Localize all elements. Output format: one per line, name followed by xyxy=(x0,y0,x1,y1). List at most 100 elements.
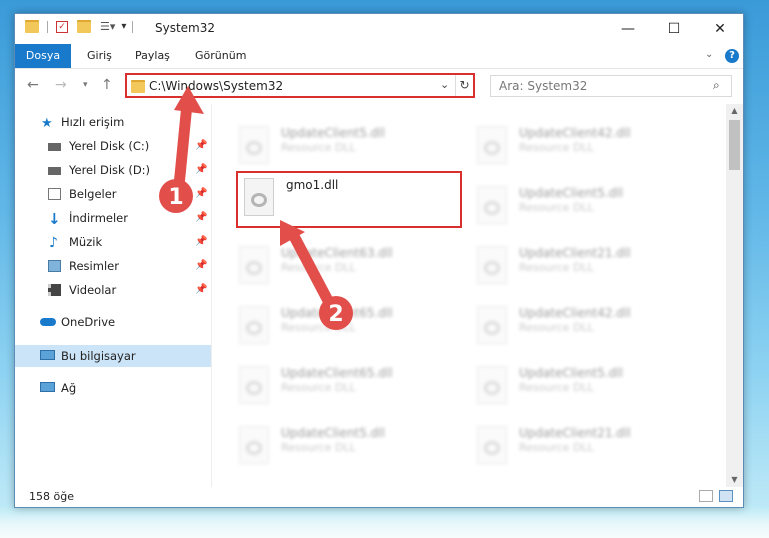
nav-item-local-disk-d[interactable]: Yerel Disk (D:) 📌 xyxy=(15,159,211,181)
expand-ribbon-icon[interactable]: ⌄ xyxy=(705,49,713,60)
new-folder-icon[interactable] xyxy=(77,20,91,33)
tab-giris[interactable]: Giriş xyxy=(87,44,112,68)
pin-icon[interactable]: 📌 xyxy=(195,231,207,253)
title-bar: ✓ ☰▾ ▾ System32 — ☐ ✕ xyxy=(15,14,743,44)
file-item[interactable]: UpdateClient21.dll Resource DLL xyxy=(471,241,696,293)
file-name: gmo1.dll xyxy=(286,178,339,192)
file-item[interactable]: UpdateClient65.dll Resource DLL xyxy=(233,361,458,413)
nav-item-videos[interactable]: Videolar 📌 xyxy=(15,279,211,301)
documents-icon xyxy=(48,188,61,200)
dll-file-icon xyxy=(477,186,507,224)
nav-item-network[interactable]: Ağ xyxy=(15,377,211,399)
refresh-icon[interactable]: ↻ xyxy=(455,75,473,96)
customize-icon[interactable]: ☰▾ xyxy=(100,20,115,33)
status-bar: 158 öğe xyxy=(15,487,743,507)
search-input[interactable]: Ara: System32 ⌕ xyxy=(490,75,732,97)
desktop-background xyxy=(0,505,769,538)
download-icon: ↓ xyxy=(48,210,61,228)
dll-file-icon xyxy=(239,246,269,284)
nav-item-music[interactable]: ♪ Müzik 📌 xyxy=(15,231,211,253)
file-item-gmo1-dll[interactable]: gmo1.dll xyxy=(238,173,463,225)
computer-icon xyxy=(40,350,55,360)
back-arrow-icon[interactable]: ← xyxy=(27,77,39,93)
nav-item-documents[interactable]: Belgeler 📌 xyxy=(15,183,211,205)
file-item[interactable]: UpdateClient63.dll Resource DLL xyxy=(233,241,458,293)
file-item[interactable]: UpdateClient21.dll Resource DLL xyxy=(471,421,696,473)
close-button[interactable]: ✕ xyxy=(697,14,743,44)
file-item[interactable]: UpdateClient42.dll Resource DLL xyxy=(471,121,696,173)
scroll-down-icon[interactable]: ▼ xyxy=(726,473,743,487)
pin-icon[interactable]: 📌 xyxy=(195,255,207,277)
file-list: UpdateClient5.dll Resource DLL UpdateCli… xyxy=(213,104,725,487)
pin-icon[interactable]: 📌 xyxy=(195,207,207,229)
address-path: C:\Windows\System32 xyxy=(149,79,284,93)
drive-icon xyxy=(48,143,61,151)
dll-file-icon xyxy=(477,306,507,344)
details-view-icon[interactable] xyxy=(699,490,713,502)
pin-icon[interactable]: 📌 xyxy=(195,183,207,205)
properties-icon[interactable]: ✓ xyxy=(56,20,68,33)
folder-icon xyxy=(131,80,145,93)
videos-icon xyxy=(48,284,61,296)
window-title: System32 xyxy=(155,21,216,35)
chevron-down-icon[interactable]: ⌄ xyxy=(440,78,449,91)
file-item[interactable]: UpdateClient5.dll Resource DLL xyxy=(471,361,696,413)
pin-icon[interactable]: 📌 xyxy=(195,279,207,301)
quick-access-toolbar: ✓ ☰▾ ▾ xyxy=(25,20,139,33)
dll-file-icon xyxy=(239,126,269,164)
drive-icon xyxy=(48,167,61,175)
search-placeholder: Ara: System32 xyxy=(499,79,588,93)
dll-file-icon xyxy=(239,366,269,404)
scroll-thumb[interactable] xyxy=(729,120,740,170)
large-icons-view-icon[interactable] xyxy=(719,490,733,502)
tab-paylas[interactable]: Paylaş xyxy=(135,44,170,68)
ribbon-tabs: Dosya Giriş Paylaş Görünüm ⌄ ? xyxy=(15,44,743,69)
explorer-window: ✓ ☰▾ ▾ System32 — ☐ ✕ Dosya Giriş Paylaş… xyxy=(14,13,744,508)
file-item[interactable]: UpdateClient5.dll Resource DLL xyxy=(233,421,458,473)
divider xyxy=(47,20,48,33)
address-row: ← → ▾ ↑ C:\Windows\System32 ⌄ ↻ Ara: Sys… xyxy=(15,69,743,103)
folder-icon[interactable] xyxy=(25,20,39,33)
file-item[interactable]: UpdateClient5.dll Resource DLL xyxy=(233,121,458,173)
item-count: 158 öğe xyxy=(29,490,74,503)
tab-dosya[interactable]: Dosya xyxy=(15,44,71,68)
pin-icon[interactable]: 📌 xyxy=(195,159,207,181)
nav-item-onedrive[interactable]: OneDrive xyxy=(15,311,211,333)
highlighted-file-frame: gmo1.dll xyxy=(236,171,462,228)
nav-item-this-pc[interactable]: Bu bilgisayar xyxy=(15,345,211,367)
up-arrow-icon[interactable]: ↑ xyxy=(101,77,113,93)
cloud-icon xyxy=(40,318,56,326)
file-item[interactable]: UpdateClient65.dll Resource DLL xyxy=(233,301,458,353)
dll-file-icon xyxy=(477,426,507,464)
dll-file-icon xyxy=(477,366,507,404)
forward-arrow-icon[interactable]: → xyxy=(55,77,67,93)
minimize-button[interactable]: — xyxy=(605,14,651,44)
divider xyxy=(132,20,134,33)
scroll-up-icon[interactable]: ▲ xyxy=(726,104,743,118)
dll-file-icon xyxy=(244,178,274,216)
nav-item-pictures[interactable]: Resimler 📌 xyxy=(15,255,211,277)
dll-file-icon xyxy=(477,126,507,164)
pictures-icon xyxy=(48,260,61,272)
pin-icon[interactable]: 📌 xyxy=(195,135,207,157)
network-icon xyxy=(40,382,55,392)
recent-chevron-icon[interactable]: ▾ xyxy=(83,80,88,90)
search-icon[interactable]: ⌕ xyxy=(713,78,720,93)
dropdown-icon[interactable]: ▾ xyxy=(121,21,126,32)
tab-gorunum[interactable]: Görünüm xyxy=(195,44,246,68)
vertical-scrollbar[interactable]: ▲ ▼ xyxy=(726,104,743,487)
nav-item-local-disk-c[interactable]: Yerel Disk (C:) 📌 xyxy=(15,135,211,157)
file-item[interactable]: UpdateClient42.dll Resource DLL xyxy=(471,301,696,353)
maximize-button[interactable]: ☐ xyxy=(651,14,697,44)
file-item[interactable]: UpdateClient5.dll Resource DLL xyxy=(471,181,696,233)
dll-file-icon xyxy=(239,306,269,344)
star-icon: ★ xyxy=(41,116,53,131)
dll-file-icon xyxy=(477,246,507,284)
pane-divider[interactable] xyxy=(211,104,212,487)
help-button[interactable]: ? xyxy=(725,49,739,63)
nav-item-quick-access[interactable]: ★ Hızlı erişim xyxy=(15,111,211,133)
nav-item-downloads[interactable]: ↓ İndirmeler 📌 xyxy=(15,207,211,229)
music-icon: ♪ xyxy=(49,235,58,251)
navigation-pane: ★ Hızlı erişim Yerel Disk (C:) 📌 Yerel D… xyxy=(15,104,211,487)
address-bar[interactable]: C:\Windows\System32 ⌄ ↻ xyxy=(125,73,475,98)
